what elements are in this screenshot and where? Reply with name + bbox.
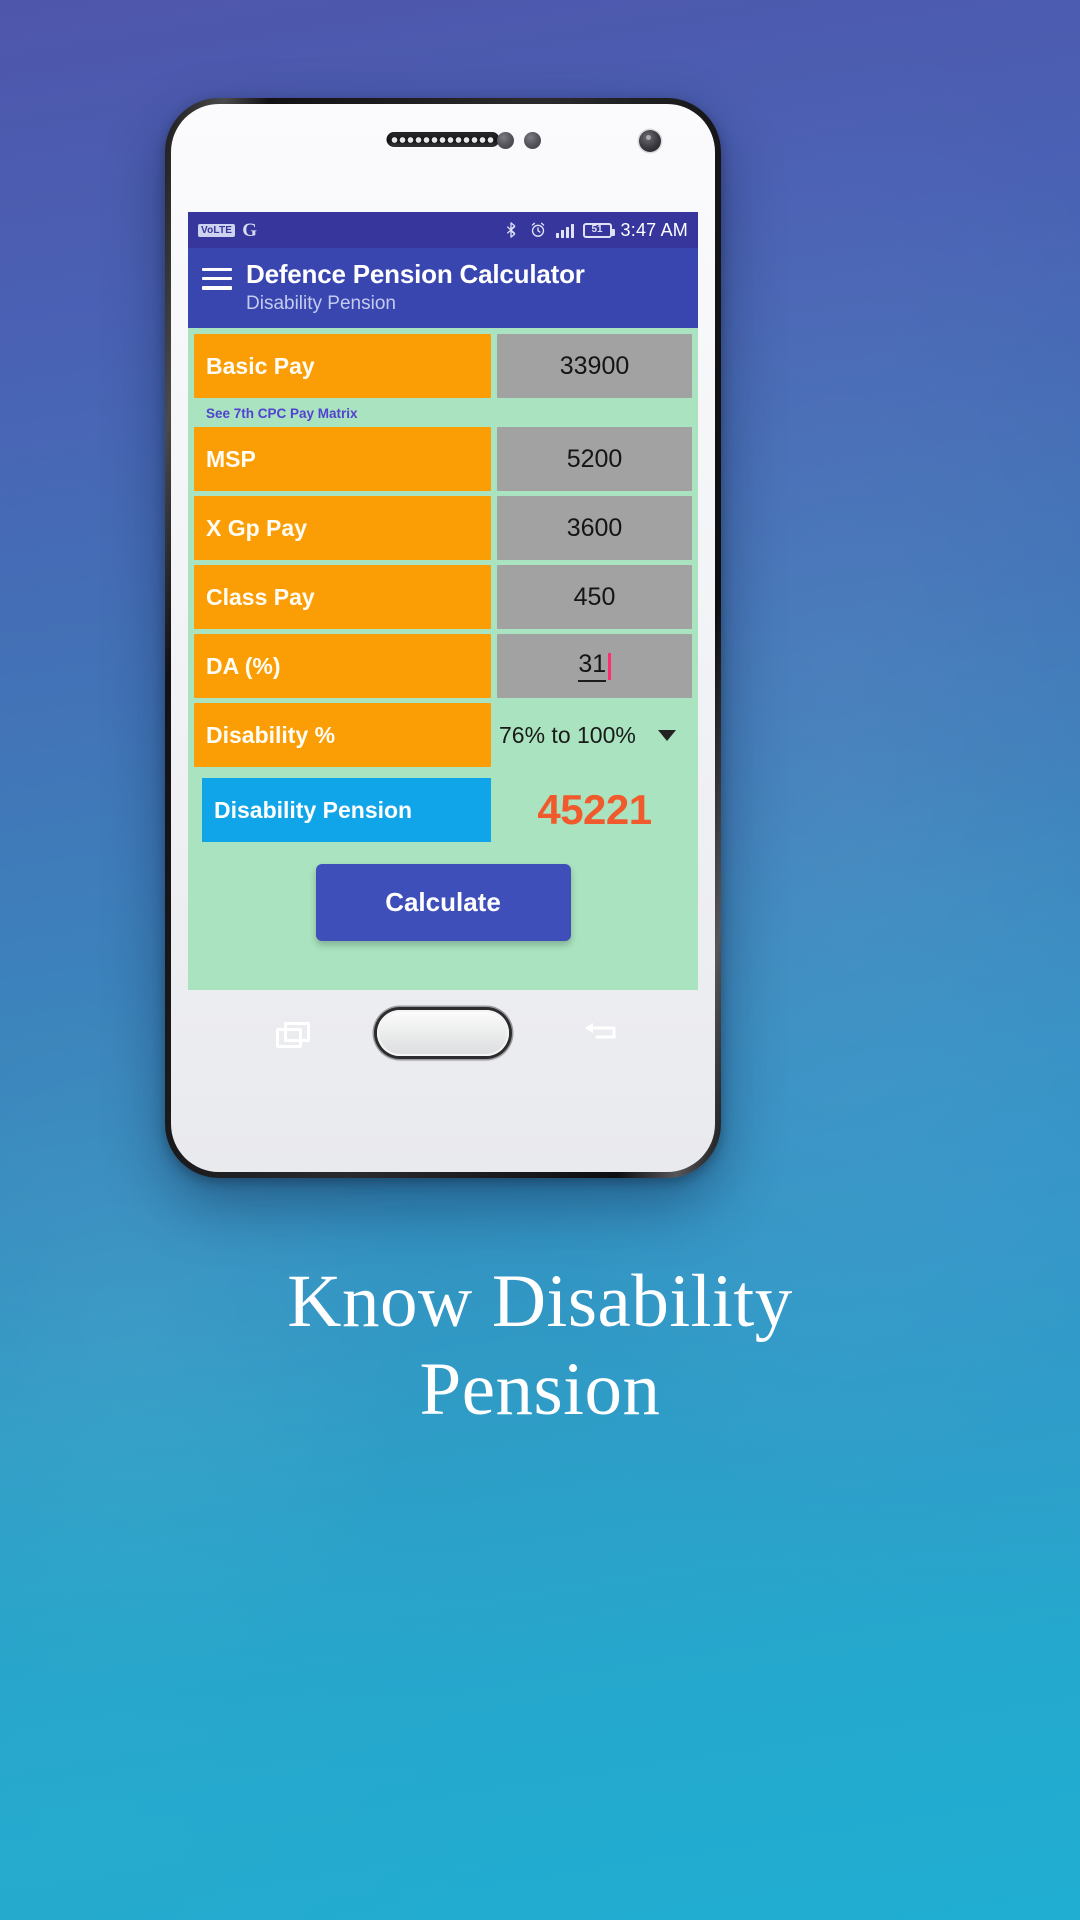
form-row-basic-pay: Basic Pay 33900 bbox=[194, 334, 692, 399]
form-row-x-gp-pay: X Gp Pay 3600 bbox=[194, 496, 692, 561]
label-x-gp-pay: X Gp Pay bbox=[194, 496, 491, 561]
bluetooth-icon bbox=[506, 222, 515, 238]
battery-icon: 51 bbox=[582, 222, 615, 238]
phone-navigation-bar bbox=[188, 990, 698, 1090]
form-row-msp: MSP 5200 bbox=[194, 427, 692, 492]
calculate-button[interactable]: Calculate bbox=[315, 864, 571, 942]
status-bar-right-group: 51 3:47 AM bbox=[502, 220, 688, 241]
label-da: DA (%) bbox=[194, 634, 491, 699]
value-disability-pension: 45221 bbox=[537, 786, 652, 834]
pay-matrix-link[interactable]: See 7th CPC Pay Matrix bbox=[194, 403, 692, 427]
calculator-form: Basic Pay 33900 See 7th CPC Pay Matrix M… bbox=[188, 328, 698, 990]
signal-bars-icon bbox=[555, 223, 574, 238]
promo-caption-line-2: Pension bbox=[419, 1347, 661, 1431]
text-cursor bbox=[608, 652, 611, 680]
hamburger-menu-icon[interactable] bbox=[188, 257, 246, 290]
earpiece-speaker-icon bbox=[386, 132, 500, 147]
input-basic-pay[interactable]: 33900 bbox=[497, 334, 692, 399]
back-icon[interactable] bbox=[580, 1022, 616, 1048]
app-subtitle: Disability Pension bbox=[246, 292, 396, 314]
label-class-pay: Class Pay bbox=[194, 565, 491, 630]
form-row-da: DA (%) 31 bbox=[194, 634, 692, 699]
label-basic-pay: Basic Pay bbox=[194, 334, 491, 399]
result-row-disability-pension: Disability Pension 45221 bbox=[194, 778, 692, 843]
input-class-pay[interactable]: 450 bbox=[497, 565, 692, 630]
phone-top-bezel bbox=[171, 104, 715, 212]
promo-caption: Know Disability Pension bbox=[0, 1258, 1080, 1434]
input-x-gp-pay[interactable]: 3600 bbox=[497, 496, 692, 561]
google-icon: G bbox=[242, 219, 257, 241]
light-sensor-icon bbox=[524, 132, 541, 149]
label-msp: MSP bbox=[194, 427, 491, 492]
status-bar-clock: 3:47 AM bbox=[620, 219, 688, 240]
dropdown-disability-percent[interactable]: 76% to 100% bbox=[497, 703, 692, 767]
chevron-down-icon bbox=[658, 729, 676, 741]
input-da-value: 31 bbox=[578, 650, 607, 683]
form-row-disability-percent: Disability % 76% to 100% bbox=[194, 703, 692, 768]
recents-icon[interactable] bbox=[276, 1022, 310, 1048]
app-title: Defence Pension Calculator bbox=[246, 259, 585, 289]
form-row-class-pay: Class Pay 450 bbox=[194, 565, 692, 630]
battery-level-text: 51 bbox=[591, 224, 603, 235]
app-bar-text-group: Defence Pension Calculator Disability Pe… bbox=[246, 257, 585, 315]
home-button[interactable] bbox=[377, 1010, 509, 1056]
phone-device-frame: VoLTE G 51 3:47 AM Defence Pension Calcu… bbox=[165, 98, 721, 1178]
label-disability-percent: Disability % bbox=[194, 703, 491, 768]
input-msp[interactable]: 5200 bbox=[497, 427, 692, 492]
promo-caption-line-1: Know Disability bbox=[287, 1260, 793, 1343]
proximity-sensor-icon bbox=[497, 132, 514, 149]
status-bar: VoLTE G 51 3:47 AM bbox=[188, 212, 698, 248]
input-da[interactable]: 31 bbox=[497, 634, 692, 699]
calculate-button-wrap: Calculate bbox=[194, 864, 692, 942]
alarm-icon bbox=[531, 222, 544, 237]
dropdown-selected-value: 76% to 100% bbox=[499, 721, 636, 748]
label-disability-pension: Disability Pension bbox=[202, 778, 491, 843]
app-bar: Defence Pension Calculator Disability Pe… bbox=[188, 248, 698, 329]
phone-body: VoLTE G 51 3:47 AM Defence Pension Calcu… bbox=[171, 104, 715, 1172]
phone-screen: VoLTE G 51 3:47 AM Defence Pension Calcu… bbox=[188, 212, 698, 990]
front-camera-icon bbox=[639, 130, 661, 152]
volte-icon: VoLTE bbox=[198, 223, 236, 237]
